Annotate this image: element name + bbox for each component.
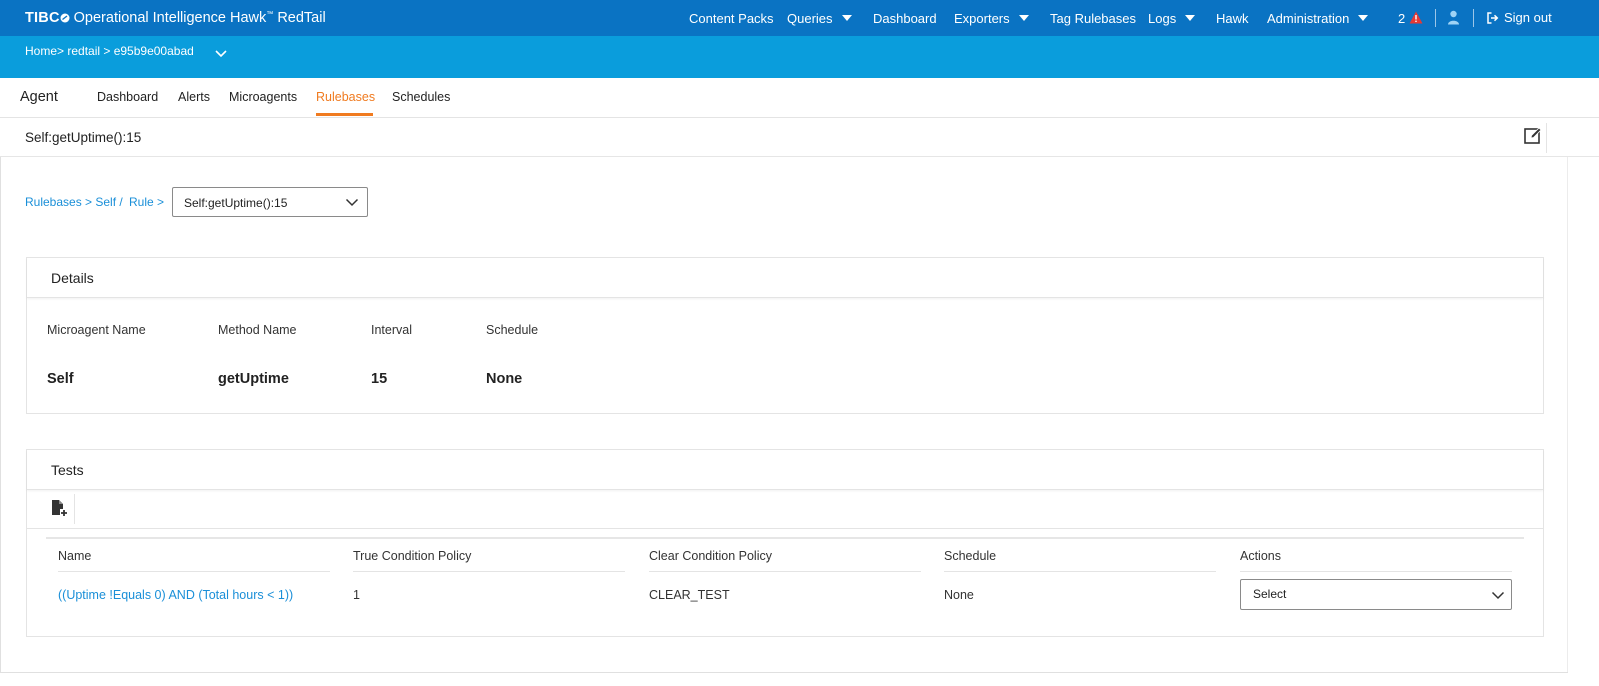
test-name-link[interactable]: ((Uptime !Equals 0) AND (Total hours < 1… (58, 588, 293, 602)
rule-select-value: Self:getUptime():15 (184, 196, 288, 210)
tests-card: Tests Name True Condition Policy Clear C… (26, 449, 1544, 637)
nav-tag-rulebases[interactable]: Tag Rulebases (1050, 11, 1136, 26)
active-tab-indicator (316, 113, 373, 116)
table-top-border (46, 537, 1524, 539)
column-header-clear-condition-policy: Clear Condition Policy (649, 549, 772, 563)
column-divider (1240, 571, 1512, 572)
divider (1435, 9, 1436, 27)
tab-microagents[interactable]: Microagents (229, 90, 297, 104)
details-card-header: Details (27, 258, 1543, 298)
nav-exporters[interactable]: Exporters (954, 11, 1029, 26)
caret-down-icon (1018, 15, 1029, 21)
nav-logs[interactable]: Logs (1148, 11, 1196, 26)
tab-alerts[interactable]: Alerts (178, 90, 210, 104)
tests-toolbar (27, 490, 1543, 529)
caret-down-icon (1358, 15, 1369, 21)
tab-dashboard[interactable]: Dashboard (97, 90, 158, 104)
actions-select[interactable]: Select (1240, 579, 1512, 610)
microagent-name-label: Microagent Name (47, 323, 146, 337)
chevron-down-icon[interactable] (214, 49, 228, 59)
breadcrumb[interactable]: Home> redtail > e95b9e00abad (25, 44, 194, 58)
nav-administration-label: Administration (1267, 11, 1350, 26)
sign-out-label: Sign out (1504, 10, 1552, 25)
add-test-icon[interactable] (51, 499, 67, 517)
brand-suffix: RedTail (277, 10, 326, 26)
caret-down-icon (841, 15, 852, 21)
nav-queries[interactable]: Queries (787, 11, 852, 26)
column-divider (58, 571, 330, 572)
schedule-label: Schedule (486, 323, 539, 337)
content-border (0, 157, 1, 673)
chevron-down-icon (1491, 591, 1505, 600)
divider (1546, 123, 1547, 153)
nav-content-packs[interactable]: Content Packs (689, 11, 774, 26)
rule-select[interactable]: Self:getUptime():15 (172, 187, 368, 217)
content-border (0, 672, 1568, 673)
method-name-label: Method Name (218, 323, 297, 337)
warning-icon[interactable] (1409, 11, 1423, 24)
tab-schedules[interactable]: Schedules (392, 90, 450, 104)
true-condition-policy-value: 1 (353, 588, 360, 602)
details-card: Details Microagent Name Method Name Inte… (26, 257, 1544, 414)
schedule-value: None (944, 588, 974, 602)
column-header-actions: Actions (1240, 549, 1281, 563)
column-divider (649, 571, 921, 572)
brand-name: Operational Intelligence Hawk (73, 10, 267, 26)
sign-out-icon (1487, 12, 1499, 24)
divider (74, 494, 75, 524)
interval-label: Interval (371, 323, 412, 337)
nav-logs-label: Logs (1148, 11, 1177, 26)
nav-administration[interactable]: Administration (1267, 11, 1369, 26)
column-header-true-condition-policy: True Condition Policy (353, 549, 472, 563)
tests-card-header: Tests (27, 450, 1543, 490)
divider (1473, 9, 1474, 27)
user-icon[interactable] (1447, 10, 1460, 25)
nav-queries-label: Queries (787, 11, 833, 26)
schedule-value: None (486, 371, 523, 387)
rule-breadcrumb-link[interactable]: Rule > (129, 195, 164, 209)
nav-dashboard[interactable]: Dashboard (873, 11, 937, 26)
tests-heading: Tests (51, 462, 84, 478)
clear-condition-policy-value: CLEAR_TEST (649, 588, 730, 602)
page-header: Self:getUptime():15 (0, 119, 1599, 157)
rulebases-breadcrumb-link[interactable]: Rulebases > Self / (25, 195, 123, 209)
alert-count[interactable]: 2 (1398, 11, 1405, 26)
chevron-down-icon (345, 198, 359, 207)
method-name-value: getUptime (218, 371, 289, 387)
column-header-schedule: Schedule (944, 549, 997, 563)
tibco-logo-icon (60, 13, 70, 23)
column-header-name: Name (58, 549, 92, 563)
content-border (1567, 157, 1568, 673)
page-title: Self:getUptime():15 (25, 130, 142, 145)
column-divider (353, 571, 625, 572)
agent-tab-bar: Agent Dashboard Alerts Microagents Ruleb… (0, 78, 1599, 118)
section-title: Agent (20, 89, 58, 105)
nav-hawk[interactable]: Hawk (1216, 11, 1249, 26)
actions-select-value: Select (1253, 587, 1287, 601)
tab-rulebases[interactable]: Rulebases (316, 90, 375, 104)
edit-icon[interactable] (1524, 127, 1542, 145)
column-divider (944, 571, 1216, 572)
brand-tibco: TIBC (25, 10, 60, 26)
microagent-name-value: Self (47, 371, 74, 387)
details-heading: Details (51, 270, 94, 286)
app-brand[interactable]: TIBC Operational Intelligence Hawk™ RedTa… (25, 10, 326, 26)
breadcrumb-bar: Home> redtail > e95b9e00abad (0, 36, 1599, 78)
caret-down-icon (1185, 15, 1196, 21)
nav-exporters-label: Exporters (954, 11, 1010, 26)
top-navbar: TIBC Operational Intelligence Hawk™ RedTa… (0, 0, 1599, 36)
sign-out-button[interactable]: Sign out (1487, 10, 1552, 25)
interval-value: 15 (371, 371, 388, 387)
